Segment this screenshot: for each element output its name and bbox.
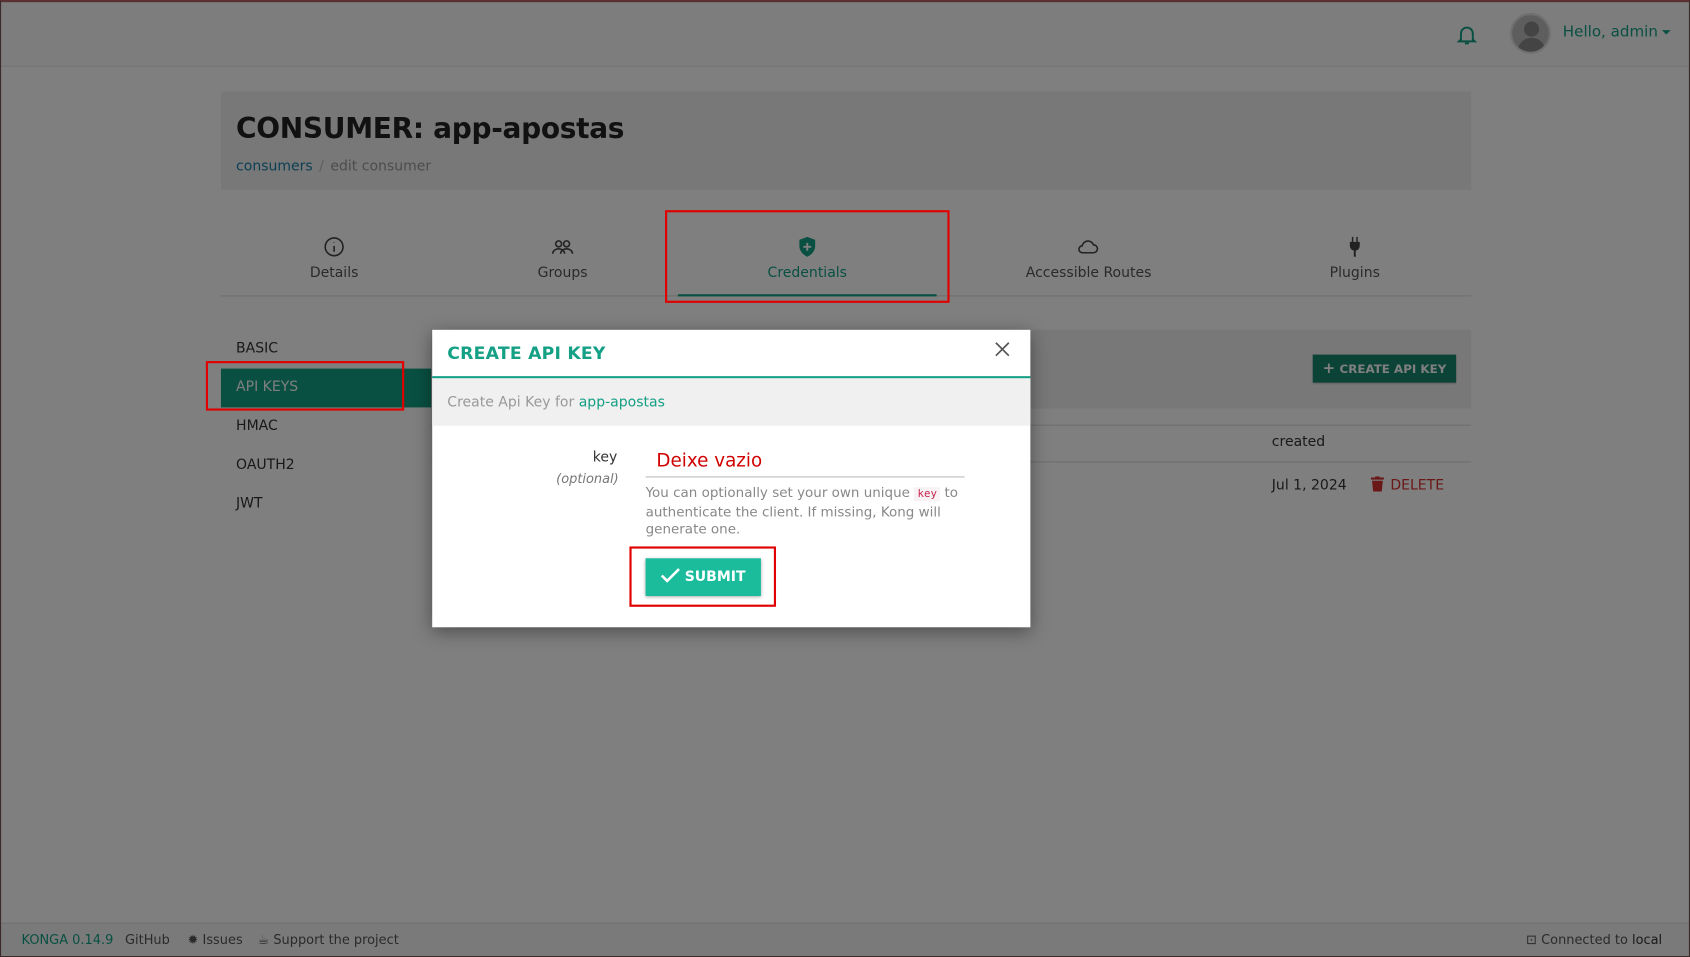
konga-app: Hello, admin CONSUMER: app-apostas consu…: [0, 0, 1690, 957]
modal-title: CREATE API KEY: [447, 342, 606, 364]
key-optional-label: (optional): [556, 470, 619, 487]
close-icon[interactable]: [994, 341, 1011, 358]
key-label: key: [592, 449, 618, 466]
check-icon: [661, 568, 681, 583]
key-input[interactable]: [645, 445, 965, 478]
submit-button[interactable]: SUBMIT: [645, 558, 761, 597]
consumer-name: app-apostas: [578, 394, 665, 411]
modal-subtitle: Create Api Key for app-apostas: [432, 378, 1031, 426]
key-code: key: [914, 487, 941, 502]
key-help-text: You can optionally set your own unique k…: [645, 483, 958, 537]
